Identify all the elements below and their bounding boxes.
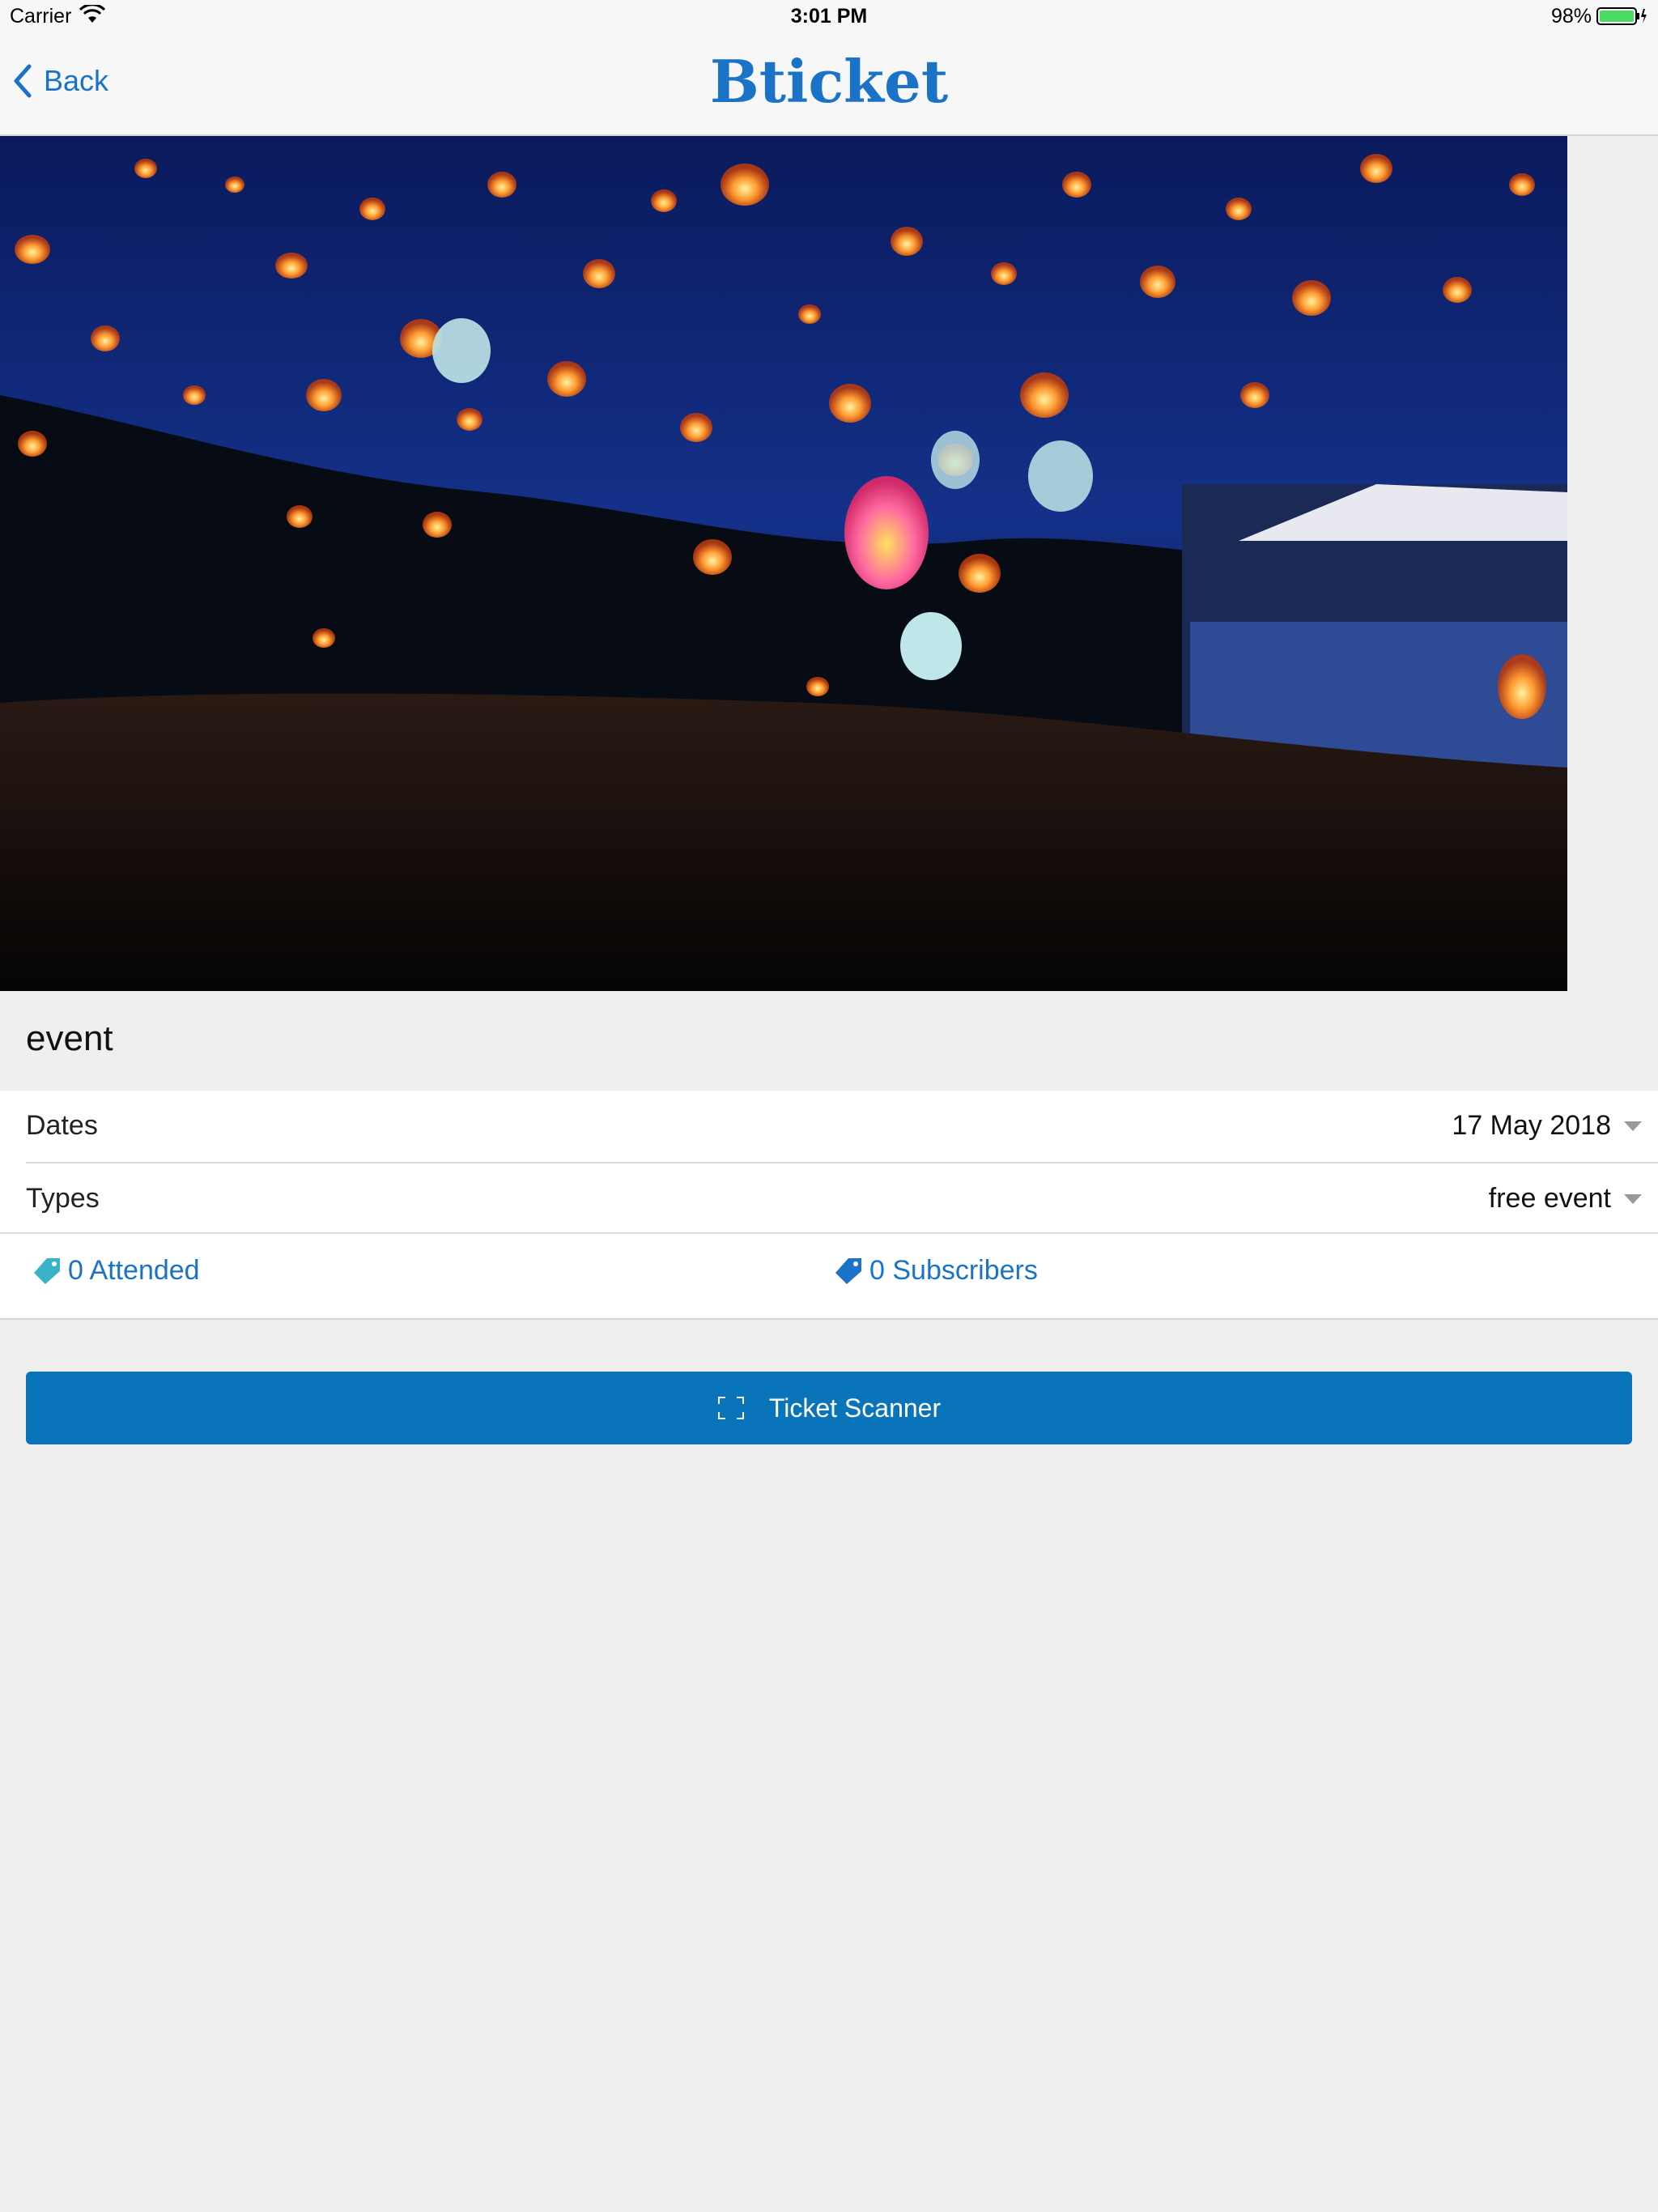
scan-frame-icon [717,1397,744,1419]
caret-down-icon [1624,1121,1642,1131]
divider [0,1232,1658,1234]
attended-link[interactable]: 0 Attended [32,1255,200,1287]
types-value: free event [1488,1183,1611,1214]
types-label: Types [26,1183,100,1214]
tag-icon [34,1257,60,1284]
subscribers-link[interactable]: 0 Subscribers [834,1255,1038,1287]
subscribers-count: 0 Subscribers [869,1255,1038,1286]
types-selector[interactable]: Types free event [0,1163,1658,1235]
event-details-card: Dates 17 May 2018 Types free event 0 Att… [0,1091,1658,1320]
status-bar: Carrier 3:01 PM 98% [0,0,1658,32]
tag-icon [835,1257,861,1284]
app-logo: Bticket [709,47,949,116]
caret-down-icon [1624,1194,1642,1204]
event-title: event [26,1019,113,1058]
ticket-scanner-label: Ticket Scanner [768,1393,942,1423]
clock: 3:01 PM [790,5,868,28]
dates-value: 17 May 2018 [1452,1110,1611,1141]
ticket-scanner-button[interactable]: Ticket Scanner [26,1372,1632,1444]
battery-percentage: 98% [1550,5,1592,28]
navigation-bar: Back Bticket [0,32,1658,136]
attended-count: 0 Attended [68,1255,200,1286]
event-image [0,136,1567,991]
battery-icon [1596,7,1647,25]
dates-selector[interactable]: Dates 17 May 2018 [0,1091,1658,1162]
dates-label: Dates [26,1110,98,1141]
